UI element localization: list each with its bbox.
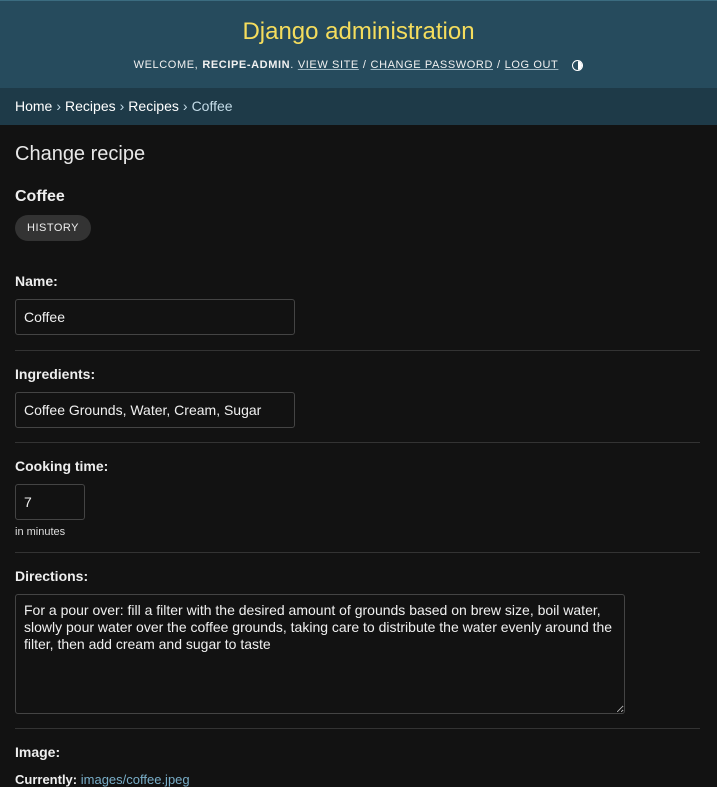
breadcrumb-app-recipes[interactable]: Recipes: [65, 98, 116, 114]
form-row-name: Name:: [15, 273, 700, 351]
header: Django administration WELCOME, RECIPE-AD…: [0, 0, 717, 88]
breadcrumb-current: Coffee: [191, 98, 233, 114]
name-field[interactable]: [15, 299, 295, 335]
breadcrumb-separator: ›: [182, 98, 188, 114]
directions-label: Directions:: [15, 568, 89, 584]
change-password-link[interactable]: CHANGE PASSWORD: [371, 59, 493, 71]
form-row-cooking-time: Cooking time: in minutes: [15, 458, 700, 553]
view-site-link[interactable]: VIEW SITE: [298, 59, 359, 71]
ingredients-field[interactable]: [15, 392, 295, 428]
welcome-period: .: [290, 59, 294, 71]
cooking-time-field[interactable]: [15, 484, 85, 520]
cooking-time-help: in minutes: [15, 526, 66, 538]
object-name: Coffee: [15, 188, 65, 205]
form-row-directions: Directions: For a pour over: fill a filt…: [15, 568, 700, 729]
user-tools-separator: /: [362, 59, 367, 71]
welcome-text: WELCOME,: [133, 59, 199, 71]
log-out-link[interactable]: LOG OUT: [505, 59, 559, 71]
form-row-image: Image: Currently: images/coffee.jpeg: [15, 744, 702, 787]
breadcrumb-model-recipes[interactable]: Recipes: [128, 98, 179, 114]
directions-textarea[interactable]: For a pour over: fill a filter with the …: [15, 594, 625, 714]
theme-toggle-icon[interactable]: [572, 59, 584, 71]
main-content: Change recipe Coffee HISTORY Name: Ingre…: [0, 143, 717, 787]
user-tools: WELCOME, RECIPE-ADMIN. VIEW SITE / CHANG…: [0, 59, 717, 71]
breadcrumb-home[interactable]: Home: [15, 98, 52, 114]
user-tools-separator: /: [497, 59, 501, 71]
page-title: Change recipe: [15, 143, 146, 165]
history-button[interactable]: HISTORY: [15, 215, 91, 241]
name-label: Name:: [15, 273, 58, 289]
username: RECIPE-ADMIN: [202, 59, 291, 71]
cooking-time-label: Cooking time:: [15, 458, 109, 474]
breadcrumb-separator: ›: [56, 98, 62, 114]
form-row-ingredients: Ingredients:: [15, 366, 700, 443]
currently-label: Currently:: [15, 772, 78, 787]
breadcrumb: Home › Recipes › Recipes › Coffee: [0, 88, 717, 125]
current-image-link[interactable]: images/coffee.jpeg: [81, 772, 190, 787]
breadcrumb-separator: ›: [119, 98, 125, 114]
image-label: Image:: [15, 744, 61, 760]
ingredients-label: Ingredients:: [15, 366, 96, 382]
current-image: Currently: images/coffee.jpeg: [15, 772, 702, 787]
site-title[interactable]: Django administration: [0, 1, 717, 47]
